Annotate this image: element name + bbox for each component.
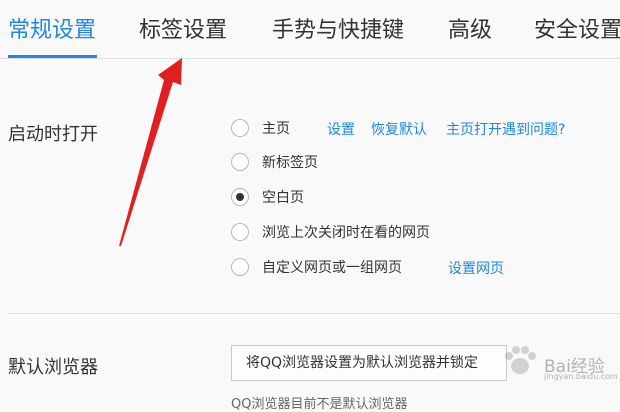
startup-section-label: 启动时打开 [8,124,98,145]
startup-option-home[interactable]: 主页 [231,117,290,139]
radio-button[interactable] [231,258,249,276]
radio-button[interactable] [231,153,249,171]
section-divider [8,313,620,314]
option-label: 浏览上次关闭时在看的网页 [262,225,430,241]
red-annotation-arrow-icon [119,58,182,246]
tab-gestures-shortcuts[interactable]: 手势与快捷键 [272,12,404,44]
radio-button[interactable] [231,119,249,137]
radio-button[interactable] [231,223,249,241]
set-default-browser-button[interactable]: 将QQ浏览器设置为默认浏览器并锁定 [231,345,507,381]
startup-option-custom-pages[interactable]: 自定义网页或一组网页 [231,256,402,278]
tab-general-settings[interactable]: 常规设置 [8,12,96,44]
radio-button-checked[interactable] [231,188,249,206]
tab-advanced[interactable]: 高级 [448,12,492,44]
startup-option-last-session[interactable]: 浏览上次关闭时在看的网页 [231,221,430,243]
startup-option-blank-page[interactable]: 空白页 [231,186,304,208]
option-label: 主页 [262,121,290,137]
watermark-url: jingyan.baidu.com [544,372,618,381]
tab-security-settings[interactable]: 安全设置 [534,12,620,44]
default-browser-status: QQ浏览器目前不是默认浏览器 [231,397,408,412]
home-problem-link[interactable]: 主页打开遇到问题? [446,119,565,139]
set-pages-link[interactable]: 设置网页 [448,258,504,278]
option-label: 新标签页 [262,155,318,171]
option-label: 自定义网页或一组网页 [262,260,402,276]
restore-default-link[interactable]: 恢复默认 [371,119,427,139]
settings-tab-bar: 常规设置 标签设置 手势与快捷键 高级 安全设置 [0,0,620,59]
default-browser-label: 默认浏览器 [8,357,98,378]
option-label: 空白页 [262,190,304,206]
home-settings-link[interactable]: 设置 [327,119,355,139]
active-tab-indicator [8,55,97,58]
tab-tab-settings[interactable]: 标签设置 [139,12,227,44]
startup-option-new-tab[interactable]: 新标签页 [231,151,318,173]
